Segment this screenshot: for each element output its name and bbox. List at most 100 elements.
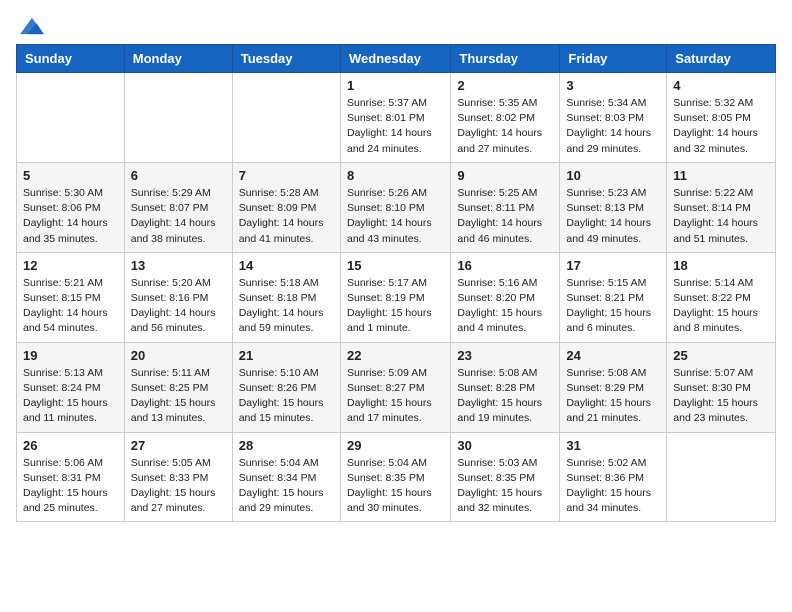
calendar-cell bbox=[667, 432, 776, 522]
calendar-cell: 29Sunrise: 5:04 AM Sunset: 8:35 PM Dayli… bbox=[340, 432, 450, 522]
day-info: Sunrise: 5:10 AM Sunset: 8:26 PM Dayligh… bbox=[239, 366, 334, 427]
day-info: Sunrise: 5:14 AM Sunset: 8:22 PM Dayligh… bbox=[673, 276, 769, 337]
day-info: Sunrise: 5:35 AM Sunset: 8:02 PM Dayligh… bbox=[457, 96, 553, 157]
calendar-cell: 13 Sunrise: 5:20 AM Sunset: 8:16 PM Dayli… bbox=[124, 252, 232, 342]
calendar-cell: 14 Sunrise: 5:18 AM Sunset: 8:18 PM Dayli… bbox=[232, 252, 340, 342]
day-info: Sunrise: 5:21 AM Sunset: 8:15 PM Dayligh… bbox=[23, 276, 118, 337]
calendar-cell: 30 Sunrise: 5:03 AM Sunset: 8:35 PM Dayli… bbox=[451, 432, 560, 522]
calendar-cell: 26 Sunrise: 5:06 AM Sunset: 8:31 PM Dayli… bbox=[17, 432, 125, 522]
calendar-table: SundayMondayTuesdayWednesdayThursdayFrid… bbox=[16, 44, 776, 522]
calendar-cell: 31 Sunrise: 5:02 AM Sunset: 8:36 PM Dayli… bbox=[560, 432, 667, 522]
day-info: Sunrise: 5:06 AM Sunset: 8:31 PM Dayligh… bbox=[23, 456, 118, 517]
calendar-cell: 23 Sunrise: 5:08 AM Sunset: 8:28 PM Dayli… bbox=[451, 342, 560, 432]
calendar-cell: 12 Sunrise: 5:21 AM Sunset: 8:15 PM Dayli… bbox=[17, 252, 125, 342]
day-number: 17 bbox=[566, 258, 660, 273]
week-row-2: 5 Sunrise: 5:30 AM Sunset: 8:06 PM Daylig… bbox=[17, 162, 776, 252]
weekday-header-wednesday: Wednesday bbox=[340, 45, 450, 73]
calendar-cell: 1 Sunrise: 5:37 AM Sunset: 8:01 PM Daylig… bbox=[340, 73, 450, 163]
day-info: Sunrise: 5:03 AM Sunset: 8:35 PM Dayligh… bbox=[457, 456, 553, 517]
calendar-cell: 8 Sunrise: 5:26 AM Sunset: 8:10 PM Daylig… bbox=[340, 162, 450, 252]
day-info: Sunrise: 5:16 AM Sunset: 8:20 PM Dayligh… bbox=[457, 276, 553, 337]
day-number: 24 bbox=[566, 348, 660, 363]
day-number: 8 bbox=[347, 168, 444, 183]
day-number: 3 bbox=[566, 78, 660, 93]
day-number: 25 bbox=[673, 348, 769, 363]
page-header bbox=[16, 16, 776, 32]
logo-icon bbox=[18, 16, 46, 36]
day-number: 10 bbox=[566, 168, 660, 183]
day-info: Sunrise: 5:22 AM Sunset: 8:14 PM Dayligh… bbox=[673, 186, 769, 247]
day-number: 23 bbox=[457, 348, 553, 363]
day-number: 6 bbox=[131, 168, 226, 183]
weekday-header-row: SundayMondayTuesdayWednesdayThursdayFrid… bbox=[17, 45, 776, 73]
logo bbox=[16, 16, 46, 32]
day-number: 11 bbox=[673, 168, 769, 183]
day-number: 15 bbox=[347, 258, 444, 273]
week-row-1: 1 Sunrise: 5:37 AM Sunset: 8:01 PM Daylig… bbox=[17, 73, 776, 163]
weekday-header-friday: Friday bbox=[560, 45, 667, 73]
day-number: 9 bbox=[457, 168, 553, 183]
day-info: Sunrise: 5:26 AM Sunset: 8:10 PM Dayligh… bbox=[347, 186, 444, 247]
weekday-header-monday: Monday bbox=[124, 45, 232, 73]
day-info: Sunrise: 5:05 AM Sunset: 8:33 PM Dayligh… bbox=[131, 456, 226, 517]
day-info: Sunrise: 5:02 AM Sunset: 8:36 PM Dayligh… bbox=[566, 456, 660, 517]
calendar-cell: 24Sunrise: 5:08 AM Sunset: 8:29 PM Dayli… bbox=[560, 342, 667, 432]
day-number: 22 bbox=[347, 348, 444, 363]
calendar-cell bbox=[124, 73, 232, 163]
day-info: Sunrise: 5:18 AM Sunset: 8:18 PM Dayligh… bbox=[239, 276, 334, 337]
day-info: Sunrise: 5:28 AM Sunset: 8:09 PM Dayligh… bbox=[239, 186, 334, 247]
calendar-cell: 18 Sunrise: 5:14 AM Sunset: 8:22 PM Dayli… bbox=[667, 252, 776, 342]
day-number: 12 bbox=[23, 258, 118, 273]
day-number: 30 bbox=[457, 438, 553, 453]
day-number: 16 bbox=[457, 258, 553, 273]
day-number: 5 bbox=[23, 168, 118, 183]
calendar-cell: 17 Sunrise: 5:15 AM Sunset: 8:21 PM Dayli… bbox=[560, 252, 667, 342]
weekday-header-saturday: Saturday bbox=[667, 45, 776, 73]
day-info: Sunrise: 5:04 AM Sunset: 8:34 PM Dayligh… bbox=[239, 456, 334, 517]
calendar-cell: 15Sunrise: 5:17 AM Sunset: 8:19 PM Dayli… bbox=[340, 252, 450, 342]
day-info: Sunrise: 5:37 AM Sunset: 8:01 PM Dayligh… bbox=[347, 96, 444, 157]
calendar-cell bbox=[232, 73, 340, 163]
calendar-cell: 28 Sunrise: 5:04 AM Sunset: 8:34 PM Dayli… bbox=[232, 432, 340, 522]
day-number: 26 bbox=[23, 438, 118, 453]
day-number: 1 bbox=[347, 78, 444, 93]
day-number: 18 bbox=[673, 258, 769, 273]
day-info: Sunrise: 5:07 AM Sunset: 8:30 PM Dayligh… bbox=[673, 366, 769, 427]
day-info: Sunrise: 5:04 AM Sunset: 8:35 PM Dayligh… bbox=[347, 456, 444, 517]
day-number: 19 bbox=[23, 348, 118, 363]
calendar-cell: 9 Sunrise: 5:25 AM Sunset: 8:11 PM Daylig… bbox=[451, 162, 560, 252]
day-info: Sunrise: 5:11 AM Sunset: 8:25 PM Dayligh… bbox=[131, 366, 226, 427]
day-info: Sunrise: 5:30 AM Sunset: 8:06 PM Dayligh… bbox=[23, 186, 118, 247]
day-number: 13 bbox=[131, 258, 226, 273]
weekday-header-sunday: Sunday bbox=[17, 45, 125, 73]
calendar-cell: 27 Sunrise: 5:05 AM Sunset: 8:33 PM Dayli… bbox=[124, 432, 232, 522]
week-row-5: 26 Sunrise: 5:06 AM Sunset: 8:31 PM Dayli… bbox=[17, 432, 776, 522]
day-info: Sunrise: 5:09 AM Sunset: 8:27 PM Dayligh… bbox=[347, 366, 444, 427]
day-info: Sunrise: 5:29 AM Sunset: 8:07 PM Dayligh… bbox=[131, 186, 226, 247]
day-number: 27 bbox=[131, 438, 226, 453]
day-info: Sunrise: 5:20 AM Sunset: 8:16 PM Dayligh… bbox=[131, 276, 226, 337]
day-info: Sunrise: 5:13 AM Sunset: 8:24 PM Dayligh… bbox=[23, 366, 118, 427]
day-number: 14 bbox=[239, 258, 334, 273]
calendar-cell: 16 Sunrise: 5:16 AM Sunset: 8:20 PM Dayli… bbox=[451, 252, 560, 342]
calendar-cell: 2Sunrise: 5:35 AM Sunset: 8:02 PM Daylig… bbox=[451, 73, 560, 163]
day-number: 28 bbox=[239, 438, 334, 453]
calendar-cell: 19 Sunrise: 5:13 AM Sunset: 8:24 PM Dayli… bbox=[17, 342, 125, 432]
calendar-cell: 5 Sunrise: 5:30 AM Sunset: 8:06 PM Daylig… bbox=[17, 162, 125, 252]
day-info: Sunrise: 5:23 AM Sunset: 8:13 PM Dayligh… bbox=[566, 186, 660, 247]
weekday-header-tuesday: Tuesday bbox=[232, 45, 340, 73]
calendar-cell: 6 Sunrise: 5:29 AM Sunset: 8:07 PM Daylig… bbox=[124, 162, 232, 252]
calendar-cell: 11 Sunrise: 5:22 AM Sunset: 8:14 PM Dayli… bbox=[667, 162, 776, 252]
calendar-cell: 3Sunrise: 5:34 AM Sunset: 8:03 PM Daylig… bbox=[560, 73, 667, 163]
calendar-cell: 7Sunrise: 5:28 AM Sunset: 8:09 PM Daylig… bbox=[232, 162, 340, 252]
day-info: Sunrise: 5:15 AM Sunset: 8:21 PM Dayligh… bbox=[566, 276, 660, 337]
weekday-header-thursday: Thursday bbox=[451, 45, 560, 73]
calendar-cell bbox=[17, 73, 125, 163]
calendar-cell: 25 Sunrise: 5:07 AM Sunset: 8:30 PM Dayli… bbox=[667, 342, 776, 432]
day-info: Sunrise: 5:08 AM Sunset: 8:28 PM Dayligh… bbox=[457, 366, 553, 427]
day-info: Sunrise: 5:32 AM Sunset: 8:05 PM Dayligh… bbox=[673, 96, 769, 157]
day-number: 31 bbox=[566, 438, 660, 453]
calendar-cell: 21Sunrise: 5:10 AM Sunset: 8:26 PM Dayli… bbox=[232, 342, 340, 432]
day-info: Sunrise: 5:25 AM Sunset: 8:11 PM Dayligh… bbox=[457, 186, 553, 247]
week-row-3: 12 Sunrise: 5:21 AM Sunset: 8:15 PM Dayli… bbox=[17, 252, 776, 342]
